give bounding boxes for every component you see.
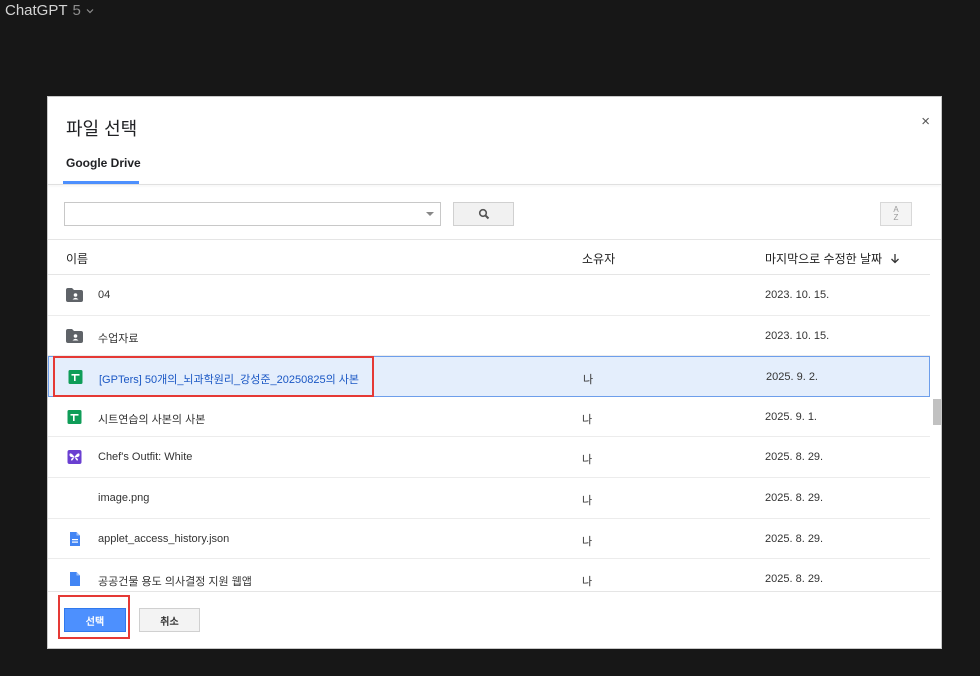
divider [48,239,941,240]
tab-divider [48,184,941,185]
file-owner: 나 [582,535,593,548]
butterfly-app-icon [67,450,82,465]
file-list: 04 2023. 10. 15. 수업자료 2023. 10. 15. [GPT… [48,275,930,589]
file-name: Chef's Outfit: White [98,451,193,464]
file-row[interactable]: 시트연습의 사본의 사본 나 2025. 9. 1. [48,397,930,438]
file-name: 수업자료 [98,332,139,345]
file-date: 2025. 9. 2. [766,371,818,384]
file-date: 2025. 8. 29. [765,451,824,464]
column-header-date[interactable]: 마지막으로 수정한 날짜 [765,250,900,267]
app-version: 5 [72,2,81,19]
file-name: 04 [98,289,111,301]
annotation-highlight-box [58,595,130,639]
search-button[interactable] [453,202,514,226]
file-owner: 나 [582,576,593,589]
sort-az-icon: AZ [893,205,899,222]
shared-folder-icon [66,288,83,302]
divider [48,591,941,592]
file-name: applet_access_history.json [98,532,230,545]
search-input[interactable] [65,203,405,225]
file-date: 2023. 10. 15. [765,289,830,301]
doc-file-icon [70,572,80,587]
file-name: 시트연습의 사본의 사본 [98,413,206,426]
app-title[interactable]: ChatGPT 5 [5,2,94,19]
file-picker-dialog: 파일 선택 × Google Drive AZ 이름 소유자 마지막으로 수정한… [47,96,942,649]
dialog-title: 파일 선택 [66,119,138,139]
file-row[interactable]: applet_access_history.json 나 2025. 8. 29… [48,519,930,560]
chevron-down-icon [86,8,94,13]
file-row[interactable]: Chef's Outfit: White 나 2025. 8. 29. [48,437,930,478]
file-owner: 나 [582,413,593,426]
doc-file-icon [70,531,80,546]
file-row[interactable]: 04 2023. 10. 15. [48,275,930,316]
search-field[interactable] [64,202,441,226]
file-date: 2025. 9. 1. [765,410,817,423]
file-owner: 나 [583,374,594,387]
file-owner: 나 [582,454,593,467]
file-date: 2025. 8. 29. [765,491,824,504]
file-owner: 나 [582,494,593,507]
file-row[interactable]: 수업자료 2023. 10. 15. [48,316,930,357]
google-sheets-icon [67,409,82,424]
scrollbar-thumb[interactable] [933,399,941,425]
file-name: 공공건물 용도 의사결정 지원 웹앱 [98,576,252,589]
tab-google-drive[interactable]: Google Drive [66,156,141,170]
column-header-name[interactable]: 이름 [66,250,88,267]
cancel-button[interactable]: 취소 [139,608,200,632]
file-row[interactable]: 공공건물 용도 의사결정 지원 웹앱 나 2025. 8. 29. [48,559,930,589]
file-date: 2023. 10. 15. [765,329,830,342]
column-header-owner[interactable]: 소유자 [582,250,615,267]
sort-az-button[interactable]: AZ [880,202,912,226]
file-date: 2025. 8. 29. [765,573,824,586]
app-name: ChatGPT [5,2,68,19]
column-header-date-label: 마지막으로 수정한 날짜 [765,252,883,266]
close-button[interactable]: × [921,113,930,130]
file-date: 2025. 8. 29. [765,532,824,545]
search-icon [478,208,489,220]
annotation-highlight-box [53,356,374,398]
file-name: image.png [98,491,150,504]
search-options-dropdown-icon[interactable] [426,212,434,216]
file-row-selected[interactable]: [GPTers] 50개의_뇌과학원리_강성준_20250825의 사본 나 2… [48,356,930,398]
file-row[interactable]: image.png 나 2025. 8. 29. [48,478,930,519]
shared-folder-icon [66,328,83,343]
arrow-down-icon [891,254,900,264]
